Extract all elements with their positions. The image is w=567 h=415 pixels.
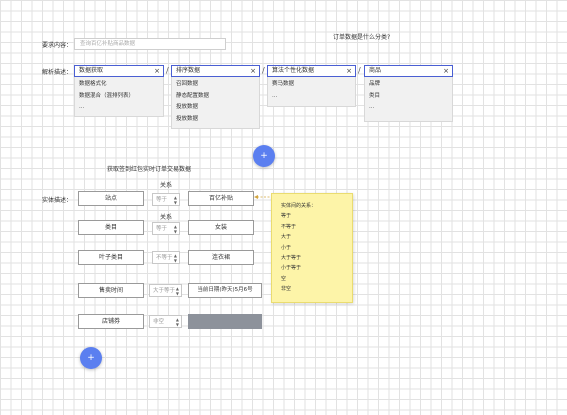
- entity-title: 获取签到红包实时订单交易数据: [107, 166, 192, 173]
- relation-header: 关系: [160, 214, 173, 221]
- parse-field-product[interactable]: 商品 ×: [364, 65, 453, 77]
- add-entity-button[interactable]: +: [80, 347, 102, 369]
- dropdown-option[interactable]: 类目: [369, 91, 448, 103]
- parse-dropdown-data-acquire: 数据格式化 数据混合（混排列表） ...: [74, 77, 164, 117]
- parse-field-value: 排序数据: [176, 67, 201, 74]
- entity-right-box[interactable]: 百亿补贴: [188, 191, 254, 206]
- dropdown-option[interactable]: 数据格式化: [79, 79, 159, 91]
- entity-left-box[interactable]: 站点: [78, 191, 144, 206]
- note-item: 空: [281, 275, 287, 282]
- relation-select[interactable]: 大于等于 ▲ ▼: [149, 284, 182, 297]
- relation-value: 不等于: [156, 255, 173, 261]
- requirement-input[interactable]: 查询百亿补贴商品数据: [74, 38, 226, 50]
- separator-slash: /: [358, 66, 361, 75]
- parse-field-value: 数据获取: [79, 67, 104, 74]
- dropdown-option[interactable]: ...: [369, 102, 448, 114]
- separator-slash: /: [262, 66, 265, 75]
- select-arrows-icon: ▲ ▼: [173, 224, 177, 234]
- relation-note: 实体间的关系： 等于 不等于 大于 小于 大于等于 小于等于 空 非空: [271, 193, 353, 303]
- parse-label: 解析描述：: [42, 69, 73, 76]
- note-item: 非空: [281, 286, 292, 293]
- question-text: 订单数据是什么分类?: [333, 34, 391, 41]
- entity-left-box[interactable]: 叶子类目: [78, 250, 144, 265]
- dropdown-option[interactable]: 赛马数据: [272, 79, 351, 91]
- parse-field-sort-data[interactable]: 排序数据 ×: [171, 65, 260, 77]
- parse-dropdown-product: 品牌 类目 ...: [364, 77, 453, 122]
- relation-select[interactable]: 非空 ▲ ▼: [149, 315, 182, 328]
- note-title: 实体间的关系：: [281, 203, 317, 209]
- note-item: 大于等于: [281, 255, 302, 262]
- relation-select[interactable]: 不等于 ▲ ▼: [152, 251, 180, 264]
- dropdown-option[interactable]: 品牌: [369, 79, 448, 91]
- dropdown-option[interactable]: 静态配置数据: [176, 91, 255, 103]
- parse-field-data-acquire[interactable]: 数据获取 ×: [74, 65, 164, 77]
- entity-label: 实体描述：: [42, 197, 73, 204]
- note-item: 不等于: [281, 223, 297, 230]
- clear-icon[interactable]: ×: [443, 66, 449, 76]
- relation-value: 大于等于: [153, 288, 176, 294]
- select-arrows-icon: ▲ ▼: [173, 195, 177, 205]
- clear-icon[interactable]: ×: [250, 66, 256, 76]
- clear-icon[interactable]: ×: [154, 66, 160, 76]
- relation-value: 非空: [153, 319, 165, 325]
- relation-header: 关系: [160, 182, 173, 189]
- dropdown-option[interactable]: 召回数据: [176, 79, 255, 91]
- select-arrows-icon: ▲ ▼: [175, 317, 179, 327]
- entity-right-box[interactable]: 连衣裙: [188, 250, 254, 265]
- dropdown-option[interactable]: ...: [79, 102, 159, 114]
- relation-value: 等于: [156, 197, 168, 203]
- requirement-label: 要求内容：: [42, 42, 73, 49]
- parse-field-value: 商品: [369, 67, 382, 74]
- note-item: 小于等于: [281, 265, 302, 272]
- parse-field-value: 算法个性化数据: [272, 67, 315, 74]
- entity-left-box[interactable]: 类目: [78, 220, 144, 235]
- relation-value: 等于: [156, 226, 168, 232]
- dropdown-option[interactable]: 数据混合（混排列表）: [79, 91, 159, 103]
- dropdown-option[interactable]: 投放数据: [176, 102, 255, 114]
- relation-select[interactable]: 等于 ▲ ▼: [152, 222, 180, 235]
- dropdown-option[interactable]: 投放数据: [176, 114, 255, 126]
- note-item: 等于: [281, 213, 292, 220]
- note-item: 小于: [281, 244, 292, 251]
- clear-icon[interactable]: ×: [346, 66, 352, 76]
- parse-field-algo-data[interactable]: 算法个性化数据 ×: [267, 65, 356, 77]
- entity-right-box[interactable]: 当前日期(昨天)5月6号: [188, 283, 262, 298]
- separator-slash: /: [166, 66, 169, 75]
- entity-right-disabled: [188, 314, 262, 329]
- add-parse-button[interactable]: +: [253, 145, 275, 167]
- select-arrows-icon: ▲ ▼: [173, 253, 177, 263]
- entity-left-box[interactable]: 店铺券: [78, 314, 144, 329]
- relation-select[interactable]: 等于 ▲ ▼: [152, 193, 180, 206]
- parse-dropdown-algo-data: 赛马数据 ...: [267, 77, 356, 107]
- select-arrows-icon: ▲ ▼: [175, 286, 179, 296]
- entity-right-box[interactable]: 女装: [188, 220, 254, 235]
- note-item: 大于: [281, 234, 292, 241]
- dropdown-option[interactable]: ...: [272, 91, 351, 103]
- parse-dropdown-sort-data: 召回数据 静态配置数据 投放数据 投放数据: [171, 77, 260, 129]
- entity-left-box[interactable]: 售卖时间: [78, 283, 144, 298]
